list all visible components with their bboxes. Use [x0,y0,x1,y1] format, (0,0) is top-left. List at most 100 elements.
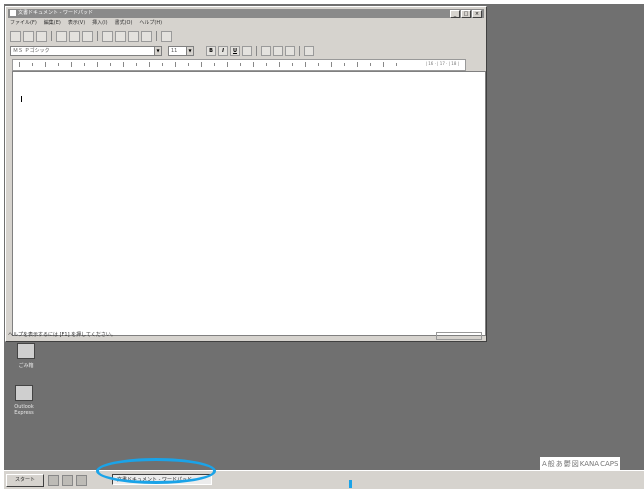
print-icon[interactable] [56,30,67,42]
standard-toolbar [10,30,172,42]
status-indicator [436,332,482,340]
new-icon[interactable] [10,30,21,42]
ruler-tick [136,63,137,66]
color-icon[interactable] [242,46,252,56]
menu-file[interactable]: ファイル(F) [10,19,37,27]
start-button[interactable]: スタート [6,474,44,487]
outlook-icon[interactable] [76,475,87,486]
menu-format[interactable]: 書式(O) [115,19,133,27]
close-button[interactable]: × [472,10,482,18]
ruler-tick [305,62,306,67]
ruler-tick [396,63,397,66]
ruler-tick [240,63,241,66]
ime-char[interactable]: 般 [548,459,555,469]
status-bar: ヘルプを表示するには [F1] を押してください。 [8,332,484,340]
menu-help[interactable]: ヘルプ(H) [139,19,162,27]
cut-icon[interactable] [102,30,113,42]
ruler-tick [227,62,228,67]
ruler-tick [58,63,59,66]
print-preview-icon[interactable] [69,30,80,42]
date-time-icon[interactable] [161,30,172,42]
title-bar[interactable]: 文書ドキュメント - ワードパッド _ □ × [8,9,484,18]
ruler-tick [266,63,267,66]
chevron-down-icon[interactable]: ▼ [186,47,193,55]
italic-button[interactable]: I [218,46,228,56]
ruler-tick [32,63,33,66]
align-right-icon[interactable] [285,46,295,56]
menu-bar: ファイル(F) 編集(E) 表示(V) 挿入(I) 書式(O) ヘルプ(H) [10,19,162,27]
format-toolbar: ＭＳ Ｐゴシック ▼ 11 ▼ B I U [10,45,482,57]
ruler-tick [214,63,215,66]
ruler-tick [357,62,358,67]
open-icon[interactable] [23,30,34,42]
ruler-tick [188,63,189,66]
text-caret [21,96,22,102]
ime-char[interactable]: 鬱 [564,459,571,469]
show-desktop-icon[interactable] [48,475,59,486]
status-text: ヘルプを表示するには [F1] を押してください。 [8,332,116,338]
save-icon[interactable] [36,30,47,42]
chevron-down-icon[interactable]: ▼ [154,47,161,55]
ruler-tick [253,62,254,67]
window-title: 文書ドキュメント - ワードパッド [18,10,93,16]
ime-char[interactable]: KANA [580,460,599,468]
ruler-tick [149,62,150,67]
pointer-marker [349,480,352,488]
ime-char[interactable]: 図 [572,459,579,469]
font-name-select[interactable]: ＭＳ Ｐゴシック ▼ [10,46,162,56]
menu-edit[interactable]: 編集(E) [44,19,61,27]
maximize-button[interactable]: □ [461,10,471,18]
align-center-icon[interactable] [273,46,283,56]
ruler-tick [331,62,332,67]
ruler-tick [175,62,176,67]
ruler-tick [162,63,163,66]
ruler-tick [19,62,20,67]
ruler-tick [45,62,46,67]
ruler-tick [97,62,98,67]
toolbar-separator [156,31,157,41]
toolbar-separator [51,31,52,41]
ruler[interactable]: | 16 · | 17 · | 18 | [12,59,466,71]
bold-button[interactable]: B [206,46,216,56]
align-left-icon[interactable] [261,46,271,56]
ime-char[interactable]: A [542,460,547,468]
underline-button[interactable]: U [230,46,240,56]
wordpad-window: 文書ドキュメント - ワードパッド _ □ × ファイル(F) 編集(E) 表示… [5,6,487,342]
document-area[interactable] [12,71,486,336]
desktop-icon-label: ごみ箱 [18,363,34,369]
internet-explorer-icon[interactable] [62,475,73,486]
copy-icon[interactable] [115,30,126,42]
menu-view[interactable]: 表示(V) [68,19,85,27]
outlook-express-icon [15,385,33,401]
ruler-tick [279,62,280,67]
minimize-button[interactable]: _ [450,10,460,18]
paste-icon[interactable] [128,30,139,42]
find-icon[interactable] [82,30,93,42]
toolbar-separator [256,46,257,56]
ruler-text: | 16 · | 17 · | 18 | [425,61,459,66]
font-size-select[interactable]: 11 ▼ [168,46,194,56]
ime-char[interactable]: あ [556,459,563,469]
highlight-circle [96,458,216,484]
ruler-tick [292,63,293,66]
menu-insert[interactable]: 挿入(I) [92,19,107,27]
desktop-icon-outlook-express[interactable]: Outlook Express [4,385,44,416]
ime-char[interactable]: CAPS [600,460,618,468]
ruler-tick [84,63,85,66]
undo-icon[interactable] [141,30,152,42]
ruler-tick [110,63,111,66]
toolbar-separator [299,46,300,56]
ime-toolbar[interactable]: A 般 あ 鬱 図 KANA CAPS [540,457,621,470]
toolbar-separator [97,31,98,41]
ruler-tick [201,62,202,67]
desktop-icon-recycle-bin[interactable]: ごみ箱 [6,343,46,369]
ruler-tick [123,62,124,67]
recycle-bin-icon [17,343,35,359]
ruler-tick [383,62,384,67]
ruler-tick [318,63,319,66]
font-name-value: ＭＳ Ｐゴシック [13,48,50,54]
ruler-tick [370,63,371,66]
ruler-tick [71,62,72,67]
bullets-icon[interactable] [304,46,314,56]
wordpad-icon [10,10,16,16]
